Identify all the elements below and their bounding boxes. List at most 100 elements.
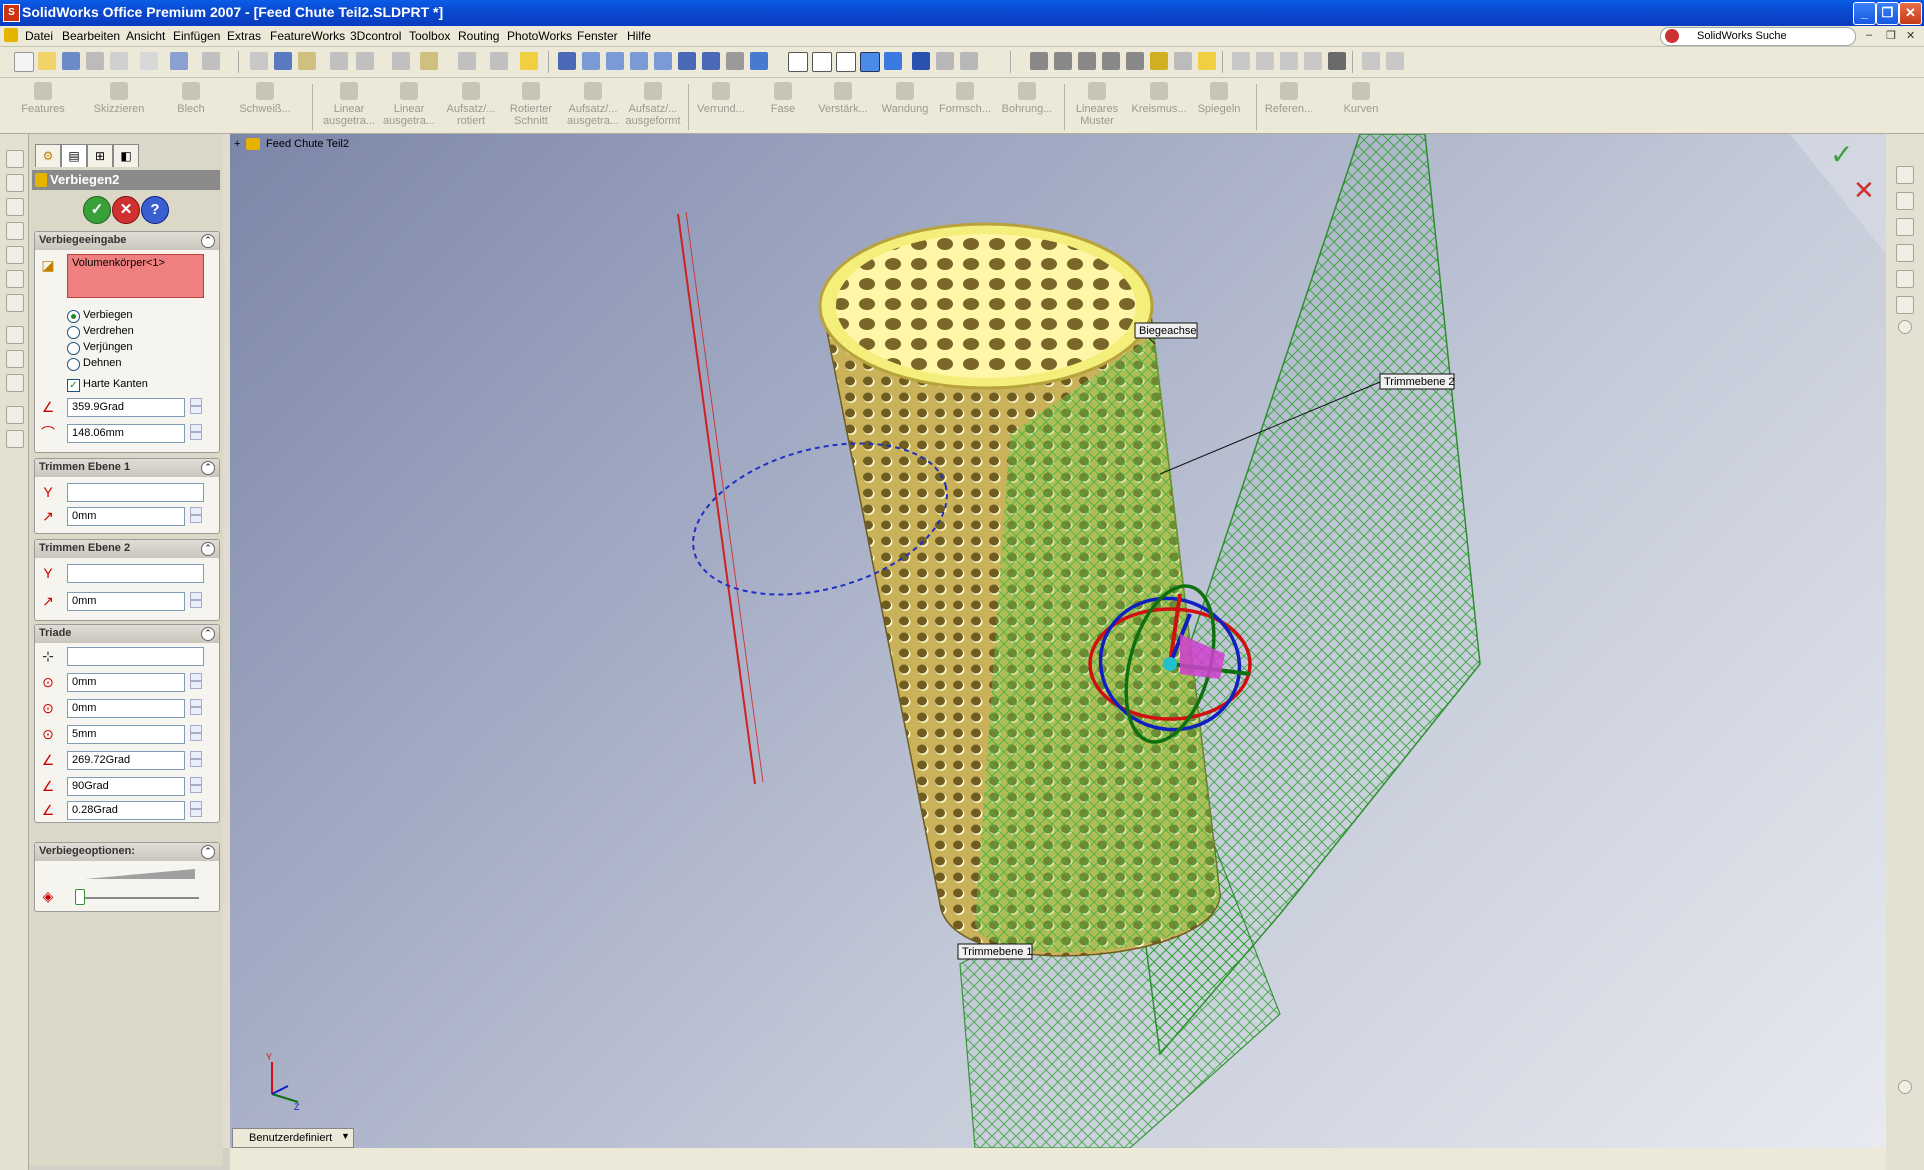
trim-plane-2-offset-input[interactable]: 0mm xyxy=(67,592,185,611)
hard-edges-checkbox[interactable]: ✓ xyxy=(67,379,80,392)
home-icon[interactable] xyxy=(1896,166,1914,184)
triad-x-input[interactable]: 0mm xyxy=(67,673,185,692)
collapse-icon[interactable]: ⌃ xyxy=(201,461,215,475)
cmd-reference-geometry[interactable]: Referen... xyxy=(1260,82,1318,132)
cmd-rib[interactable]: Verstärk... xyxy=(814,82,872,132)
triad-rx-input[interactable]: 269.72Grad xyxy=(67,751,185,770)
mate-icon[interactable] xyxy=(1232,52,1250,70)
rotate-icon[interactable] xyxy=(678,52,696,70)
dimension-icon[interactable] xyxy=(6,374,24,392)
menu-featureworks[interactable]: FeatureWorks xyxy=(270,29,345,43)
roll-icon[interactable] xyxy=(726,52,744,70)
confirmation-corner[interactable]: ✓ ✕ xyxy=(1790,134,1886,254)
collapse-icon[interactable]: ⌃ xyxy=(201,845,215,859)
maximize-button[interactable]: ❐ xyxy=(1876,2,1899,25)
cmd-hole[interactable]: Bohrung... xyxy=(998,82,1056,132)
zoom-out-icon[interactable] xyxy=(654,52,672,70)
cmd-features[interactable]: Features xyxy=(14,82,72,132)
triad-reference-input[interactable] xyxy=(67,647,204,666)
doc-restore-button[interactable]: ❐ xyxy=(1886,29,1896,42)
appearance-icon[interactable] xyxy=(1896,296,1914,314)
cmd-loft[interactable]: Aufsatz/... ausgeformt xyxy=(624,82,682,132)
cmd-draft[interactable]: Formsch... xyxy=(936,82,994,132)
standard-views-icon[interactable] xyxy=(750,52,768,70)
radius-spinner[interactable] xyxy=(190,424,202,441)
configuration-tab[interactable]: ⊞ xyxy=(87,144,113,167)
triad-z-input[interactable]: 5mm xyxy=(67,725,185,744)
view-selector-dropdown[interactable]: Benutzerdefiniert ▼ xyxy=(232,1128,354,1148)
save-icon[interactable] xyxy=(62,52,80,70)
point-icon[interactable] xyxy=(1030,52,1048,70)
radius-input[interactable]: 148.06mm xyxy=(67,424,185,443)
palette-icon[interactable] xyxy=(1896,270,1914,288)
cmd-circular-pattern[interactable]: Kreismus... xyxy=(1130,82,1188,132)
photoworks-icon[interactable] xyxy=(1328,52,1346,70)
measure-icon[interactable] xyxy=(1150,52,1168,70)
cmd-blech[interactable]: Blech xyxy=(162,82,220,132)
cmd-linear-cut[interactable]: Linear ausgetra... xyxy=(380,82,438,132)
cmd-fillet[interactable]: Verrund... xyxy=(692,82,750,132)
triad-ry-input[interactable]: 90Grad xyxy=(67,777,185,796)
spell-icon[interactable] xyxy=(420,52,438,70)
sketch-line-icon[interactable] xyxy=(6,326,24,344)
trim-plane-2-offset-spinner[interactable] xyxy=(190,592,202,609)
rebuild-icon[interactable] xyxy=(298,52,316,70)
ground-icon[interactable] xyxy=(1126,52,1144,70)
accuracy-slider-track[interactable] xyxy=(75,897,199,899)
copy-icon[interactable] xyxy=(6,406,24,424)
rotate-component-icon[interactable] xyxy=(1280,52,1298,70)
radio-verdrehen[interactable] xyxy=(67,326,80,339)
zoom-area-icon[interactable] xyxy=(606,52,624,70)
property-manager-tab[interactable]: ▤ xyxy=(61,144,87,167)
toolbox-icon[interactable] xyxy=(1386,52,1404,70)
ok-button[interactable]: ✓ xyxy=(83,196,111,224)
cmd-mirror[interactable]: Spiegeln xyxy=(1190,82,1248,132)
sketch-icon[interactable] xyxy=(356,52,374,70)
trim-plane-1-offset-spinner[interactable] xyxy=(190,507,202,524)
radio-dehnen[interactable] xyxy=(67,358,80,371)
loft-icon[interactable] xyxy=(6,222,24,240)
triad-y-spinner[interactable] xyxy=(190,699,202,716)
explorer-icon[interactable] xyxy=(1896,218,1914,236)
shaded-icon[interactable] xyxy=(884,52,902,70)
menu-bearbeiten[interactable]: Bearbeiten xyxy=(62,29,120,43)
triad-z-spinner[interactable] xyxy=(190,725,202,742)
menu-ansicht[interactable]: Ansicht xyxy=(126,29,165,43)
triad-rx-spinner[interactable] xyxy=(190,751,202,768)
radio-verbiegen[interactable] xyxy=(67,310,80,323)
tools-icon[interactable] xyxy=(1174,52,1192,70)
move-icon[interactable] xyxy=(1256,52,1274,70)
open-file-icon[interactable] xyxy=(38,52,56,70)
sketch-spline-icon[interactable] xyxy=(6,350,24,368)
undo-icon[interactable] xyxy=(170,52,188,70)
triad-x-spinner[interactable] xyxy=(190,673,202,690)
explode-icon[interactable] xyxy=(1304,52,1322,70)
cmd-curves[interactable]: Kurven xyxy=(1332,82,1390,132)
hidden-lines-removed-icon[interactable] xyxy=(836,52,856,72)
radio-verjuengen[interactable] xyxy=(67,342,80,355)
zoom-fit-icon[interactable] xyxy=(582,52,600,70)
feature-tree-tab[interactable]: ⚙ xyxy=(35,144,61,167)
horizontal-scrollbar[interactable] xyxy=(230,1148,1886,1170)
options-icon[interactable] xyxy=(330,52,348,70)
new-file-icon[interactable] xyxy=(14,52,34,72)
cmd-revolve-cut[interactable]: Rotierter Schnitt xyxy=(502,82,560,132)
menu-einfuegen[interactable]: Einfügen xyxy=(173,29,220,43)
shadow-icon[interactable] xyxy=(912,52,930,70)
cmd-chamfer[interactable]: Fase xyxy=(754,82,812,132)
menu-fenster[interactable]: Fenster xyxy=(577,29,618,43)
orient-icon[interactable] xyxy=(558,52,576,70)
cut-icon[interactable] xyxy=(140,52,158,70)
fillet-icon[interactable] xyxy=(6,270,24,288)
cmd-sweep[interactable]: Aufsatz/... ausgetra... xyxy=(564,82,622,132)
triad-rz-spinner[interactable] xyxy=(190,801,202,818)
display-icon[interactable] xyxy=(458,52,476,70)
cmd-linear-extrude[interactable]: Linear ausgetra... xyxy=(320,82,378,132)
menu-toolbox[interactable]: Toolbox xyxy=(409,29,450,43)
minimize-button[interactable]: _ xyxy=(1853,2,1876,25)
cmd-shell[interactable]: Wandung xyxy=(876,82,934,132)
thicken-icon[interactable] xyxy=(6,246,24,264)
triad-rz-input[interactable]: 0.28Grad xyxy=(67,801,185,820)
collapse-pane-icon[interactable] xyxy=(1898,320,1912,334)
axis-icon[interactable] xyxy=(1102,52,1120,70)
